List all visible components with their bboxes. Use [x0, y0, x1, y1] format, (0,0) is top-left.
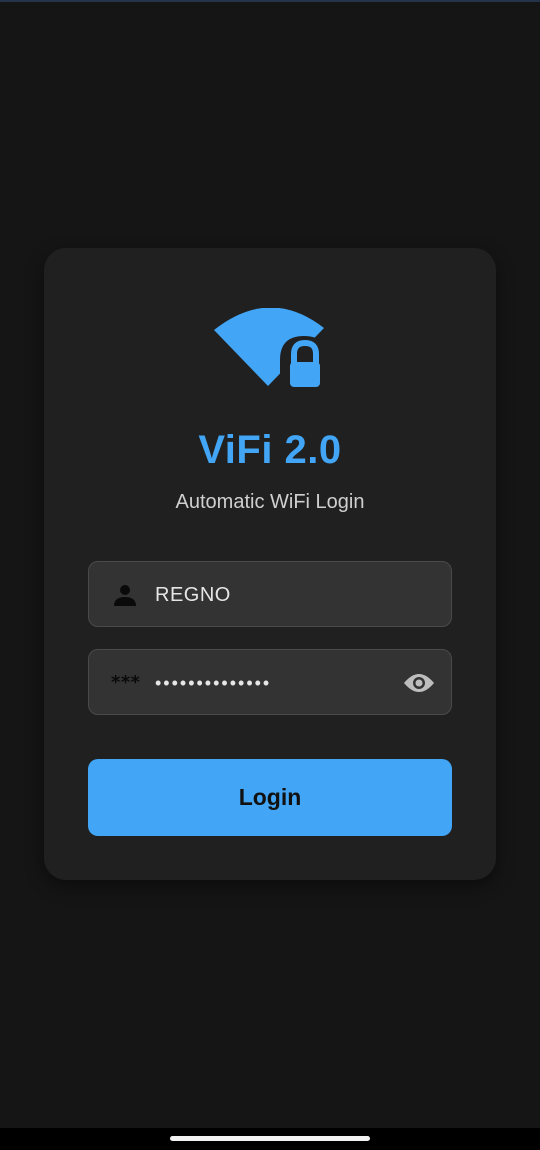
login-card: ViFi 2.0 Automatic WiFi Login REGNO *** …: [44, 248, 496, 880]
login-button[interactable]: Login: [88, 759, 452, 836]
eye-icon[interactable]: [403, 669, 435, 697]
username-value[interactable]: REGNO: [155, 562, 231, 628]
home-indicator[interactable]: [170, 1136, 370, 1141]
app-subtitle: Automatic WiFi Login: [175, 491, 365, 513]
password-field[interactable]: *** ••••••••••••••: [88, 649, 452, 715]
asterisk-icon: ***: [110, 670, 140, 696]
password-value[interactable]: ••••••••••••••: [155, 650, 271, 716]
wifi-lock-icon: [214, 308, 328, 393]
asterisk-glyph: ***: [110, 672, 140, 693]
username-field[interactable]: REGNO: [88, 561, 452, 627]
navigation-bar: [0, 1128, 540, 1150]
person-icon: [111, 582, 139, 608]
login-screen: ViFi 2.0 Automatic WiFi Login REGNO *** …: [0, 0, 540, 1150]
status-bar-edge: [0, 0, 540, 2]
app-title: ViFi 2.0: [198, 428, 342, 472]
